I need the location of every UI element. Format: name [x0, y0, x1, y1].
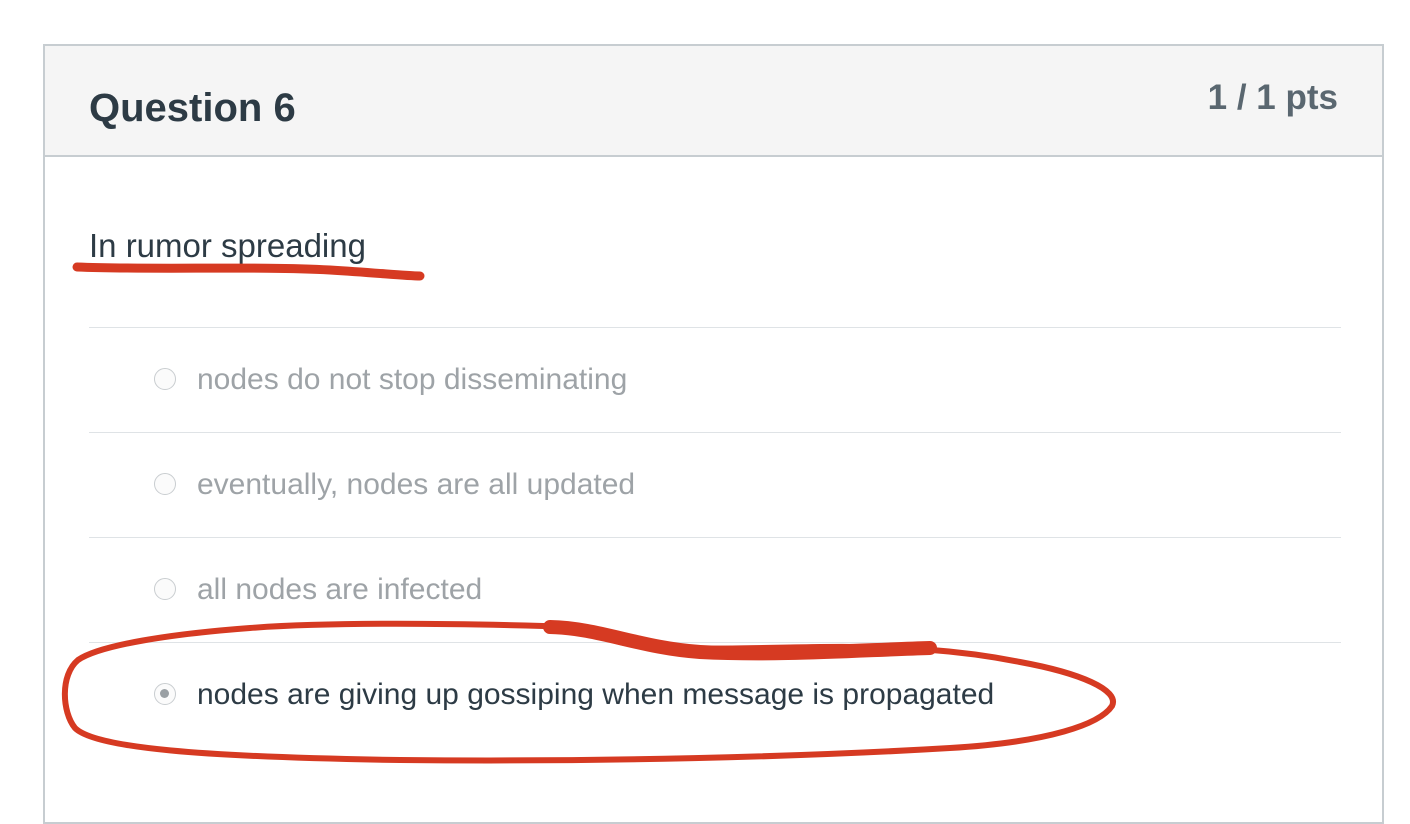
answer-list: nodes do not stop disseminating eventual…: [89, 327, 1341, 747]
radio-button[interactable]: [154, 368, 176, 390]
answer-option-selected[interactable]: nodes are giving up gossiping when messa…: [89, 642, 1341, 747]
radio-button[interactable]: [154, 578, 176, 600]
question-title: Question 6: [89, 86, 296, 130]
answer-label: all nodes are infected: [197, 573, 483, 606]
answer-label: eventually, nodes are all updated: [197, 468, 636, 501]
answer-label: nodes do not stop disseminating: [197, 363, 628, 396]
quiz-question-card: Question 6 1 / 1 pts In rumor spreading …: [43, 44, 1384, 824]
answer-label: nodes are giving up gossiping when messa…: [197, 678, 995, 711]
answer-option[interactable]: all nodes are infected: [89, 537, 1341, 642]
points-badge: 1 / 1 pts: [1207, 78, 1338, 117]
answer-option[interactable]: nodes do not stop disseminating: [89, 327, 1341, 432]
question-header: Question 6 1 / 1 pts: [45, 46, 1382, 157]
radio-button-selected[interactable]: [154, 683, 176, 705]
answer-option[interactable]: eventually, nodes are all updated: [89, 432, 1341, 537]
radio-button[interactable]: [154, 473, 176, 495]
question-text: In rumor spreading: [89, 227, 366, 264]
